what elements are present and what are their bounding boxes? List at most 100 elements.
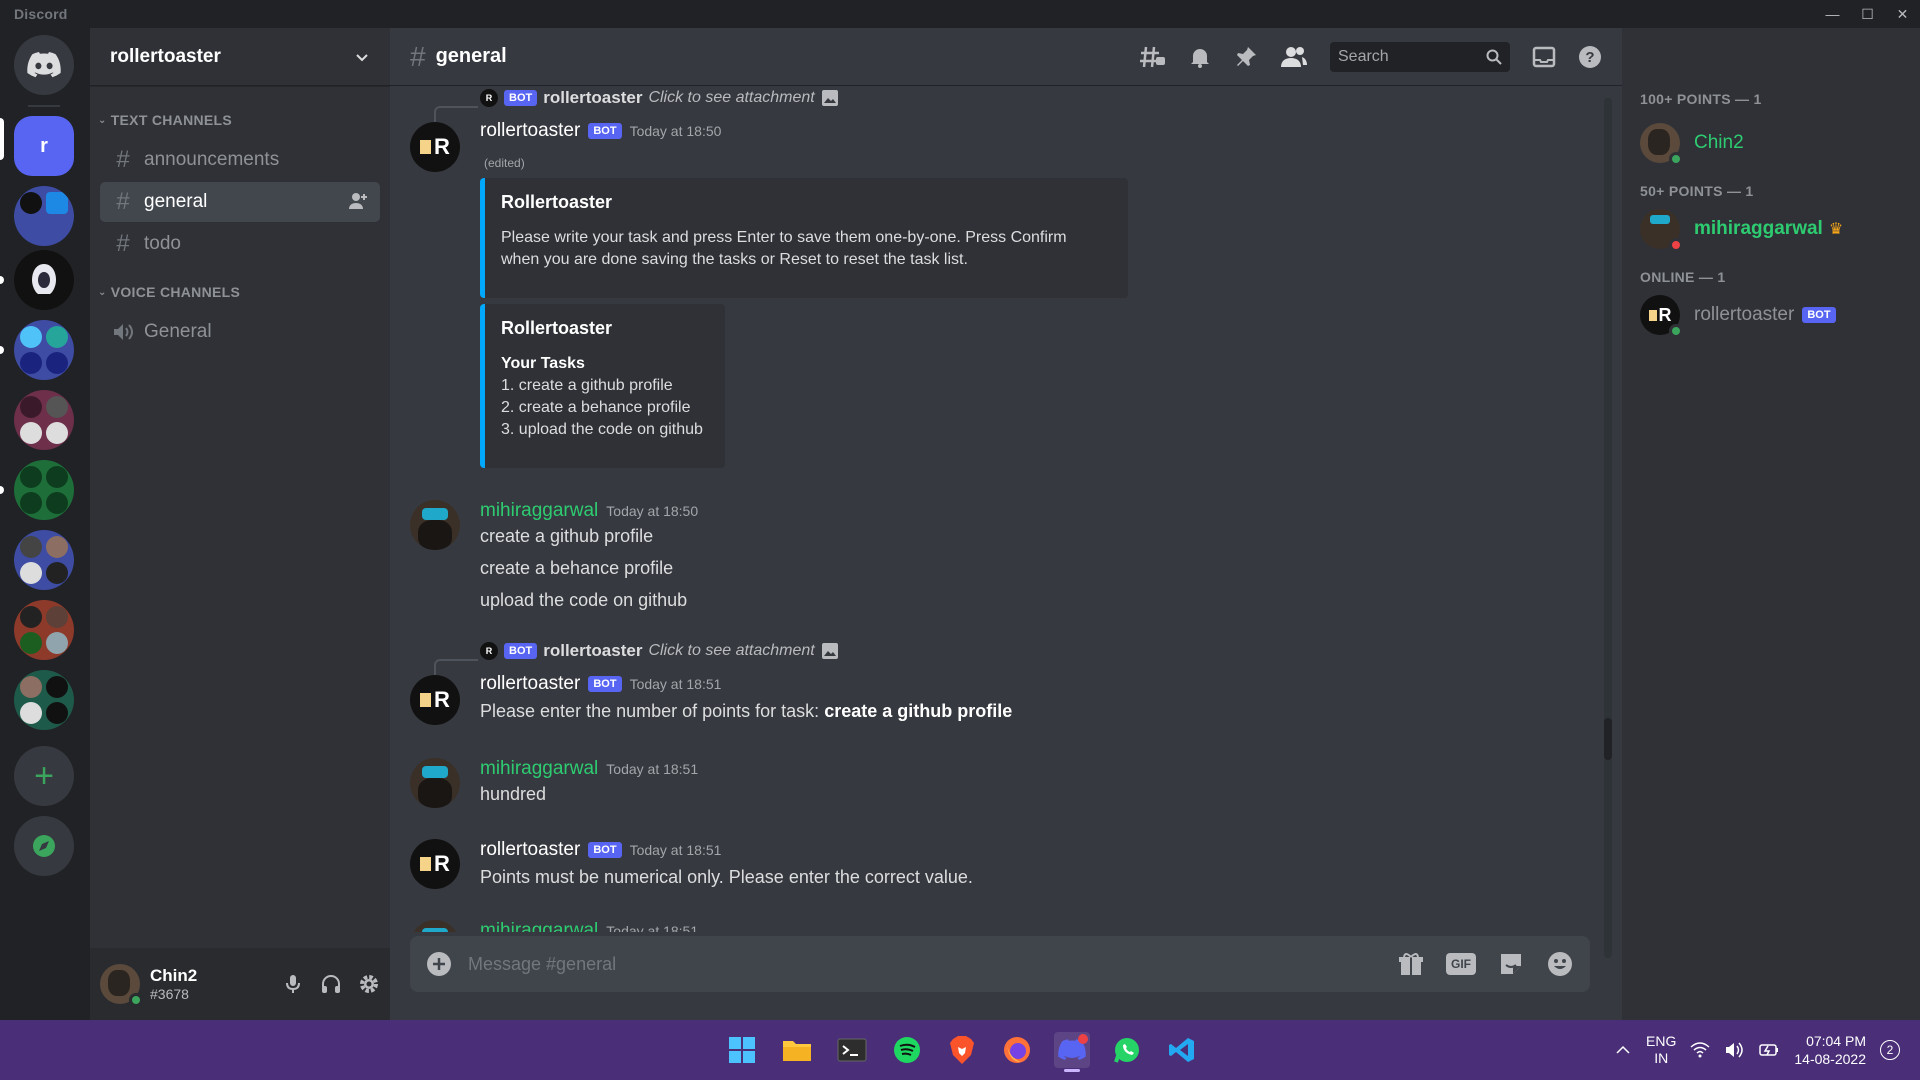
server-header[interactable]: rollertoaster xyxy=(90,28,390,86)
volume-icon[interactable] xyxy=(1724,1041,1744,1059)
channel-label: announcements xyxy=(144,149,280,170)
server-4[interactable] xyxy=(14,320,74,380)
message-author[interactable]: mihiraggarwal xyxy=(480,500,598,522)
member-group-header: 100+ POINTS — 1 xyxy=(1640,91,1762,107)
pinned-messages-icon[interactable] xyxy=(1234,45,1258,69)
server-9[interactable] xyxy=(14,670,74,730)
reply-author: rollertoaster xyxy=(543,641,643,660)
channel-announcements[interactable]: # announcements xyxy=(100,140,380,180)
windows-start-icon[interactable] xyxy=(724,1032,760,1068)
avatar[interactable]: R xyxy=(410,122,460,172)
bold-task-name: create a github profile xyxy=(824,701,1013,721)
svg-text:?: ? xyxy=(1585,49,1594,66)
avatar xyxy=(1640,123,1683,166)
inbox-icon[interactable] xyxy=(1532,45,1556,69)
channel-todo[interactable]: # todo xyxy=(100,224,380,264)
avatar[interactable] xyxy=(100,964,143,1007)
chevron-up-icon[interactable] xyxy=(1614,1041,1632,1059)
member-name: Chin2 xyxy=(1694,132,1744,153)
server-6[interactable] xyxy=(14,460,74,520)
message-author[interactable]: rollertoaster xyxy=(480,120,580,142)
status-online-icon xyxy=(129,993,143,1007)
gift-icon[interactable] xyxy=(1398,951,1424,977)
home-button[interactable] xyxy=(14,35,74,95)
add-server-button[interactable]: + xyxy=(14,746,74,806)
help-icon[interactable]: ? xyxy=(1578,45,1602,69)
avatar[interactable]: R xyxy=(410,839,460,889)
search-input[interactable]: Search xyxy=(1330,41,1510,72)
microphone-icon[interactable] xyxy=(282,973,304,995)
avatar[interactable] xyxy=(410,500,460,550)
spotify-icon[interactable] xyxy=(889,1032,925,1068)
message-timestamp: Today at 18:51 xyxy=(606,761,699,777)
minimize-button[interactable]: — xyxy=(1815,0,1850,28)
member-chin2[interactable]: Chin2 xyxy=(1640,116,1902,170)
category-text-channels[interactable]: ⌄ TEXT CHANNELS xyxy=(98,108,390,132)
wifi-icon[interactable] xyxy=(1690,1041,1710,1059)
channel-label: general xyxy=(144,191,208,212)
vscode-icon[interactable] xyxy=(1164,1032,1200,1068)
windows-taskbar: ENG IN 07:04 PM 14-08-2022 2 xyxy=(0,1020,1920,1080)
sticker-icon[interactable] xyxy=(1498,951,1524,977)
file-explorer-icon[interactable] xyxy=(779,1032,815,1068)
explore-servers-button[interactable] xyxy=(14,816,74,876)
message-timestamp: Today at 18:51 xyxy=(629,842,722,858)
system-clock[interactable]: 07:04 PM 14-08-2022 xyxy=(1794,1032,1866,1068)
avatar[interactable]: R xyxy=(410,675,460,725)
server-5[interactable] xyxy=(14,390,74,450)
battery-icon[interactable] xyxy=(1758,1041,1780,1059)
channel-title: general xyxy=(435,45,507,67)
message-composer[interactable]: Message #general GIF xyxy=(410,936,1590,992)
scrollbar-thumb[interactable] xyxy=(1604,718,1612,760)
close-button[interactable]: ✕ xyxy=(1885,0,1920,28)
server-2[interactable] xyxy=(14,186,74,246)
settings-gear-icon[interactable] xyxy=(358,973,380,995)
hash-icon: # xyxy=(116,146,130,173)
window-titlebar: Discord — ☐ ✕ xyxy=(0,0,1920,28)
category-voice-channels[interactable]: ⌄ VOICE CHANNELS xyxy=(98,280,390,304)
member-mihiraggarwal[interactable]: mihiraggarwal ♛ xyxy=(1640,202,1902,256)
server-3[interactable] xyxy=(14,250,74,310)
terminal-icon[interactable] xyxy=(834,1032,870,1068)
member-rollertoaster[interactable]: R rollertoaster BOT xyxy=(1640,288,1902,342)
user-tag: #3678 xyxy=(150,986,189,1002)
threads-icon[interactable] xyxy=(1138,45,1166,69)
emoji-icon[interactable] xyxy=(1546,950,1574,978)
server-rollertoaster[interactable]: r xyxy=(14,116,74,176)
reply-preview[interactable]: R BOT rollertoaster Click to see attachm… xyxy=(480,641,839,661)
search-icon xyxy=(1486,49,1502,65)
discord-icon[interactable] xyxy=(1054,1032,1090,1072)
member-list: 100+ POINTS — 1 Chin2 50+ POINTS — 1 mih… xyxy=(1622,28,1920,1020)
message-header: mihiraggarwal Today at 18:50 xyxy=(480,500,698,522)
embed-title: Rollertoaster xyxy=(501,192,613,212)
whatsapp-icon[interactable] xyxy=(1109,1032,1145,1068)
headphones-icon[interactable] xyxy=(320,973,342,995)
reply-text: Click to see attachment xyxy=(648,642,815,659)
maximize-button[interactable]: ☐ xyxy=(1850,0,1885,28)
voice-channel-general[interactable]: General xyxy=(100,312,380,352)
language-indicator[interactable]: ENG IN xyxy=(1646,1033,1676,1067)
reply-preview[interactable]: R BOT rollertoaster Click to see attachm… xyxy=(480,88,839,108)
gif-button[interactable]: GIF xyxy=(1446,953,1476,975)
avatar: R xyxy=(1640,295,1683,338)
message-author[interactable]: rollertoaster xyxy=(480,673,580,695)
message-author[interactable]: mihiraggarwal xyxy=(480,758,598,780)
scrollbar-track[interactable] xyxy=(1604,98,1612,958)
notification-count-badge[interactable]: 2 xyxy=(1880,1040,1900,1060)
server-8[interactable] xyxy=(14,600,74,660)
firefox-icon[interactable] xyxy=(999,1032,1035,1068)
brave-icon[interactable] xyxy=(944,1032,980,1068)
attach-plus-icon[interactable] xyxy=(426,951,452,977)
notification-bell-icon[interactable] xyxy=(1188,45,1212,69)
notification-dot-icon xyxy=(1078,1034,1088,1044)
invite-user-icon[interactable] xyxy=(348,192,368,210)
message-author[interactable]: rollertoaster xyxy=(480,839,580,861)
channel-general[interactable]: # general xyxy=(100,182,380,222)
avatar[interactable] xyxy=(410,758,460,808)
embed-description: Please write your task and press Enter t… xyxy=(501,229,1067,246)
avatar: R xyxy=(480,642,498,660)
member-group-header: 50+ POINTS — 1 xyxy=(1640,183,1754,199)
server-7[interactable] xyxy=(14,530,74,590)
member-list-icon[interactable] xyxy=(1280,45,1308,69)
chevron-down-icon: ⌄ xyxy=(98,114,107,126)
